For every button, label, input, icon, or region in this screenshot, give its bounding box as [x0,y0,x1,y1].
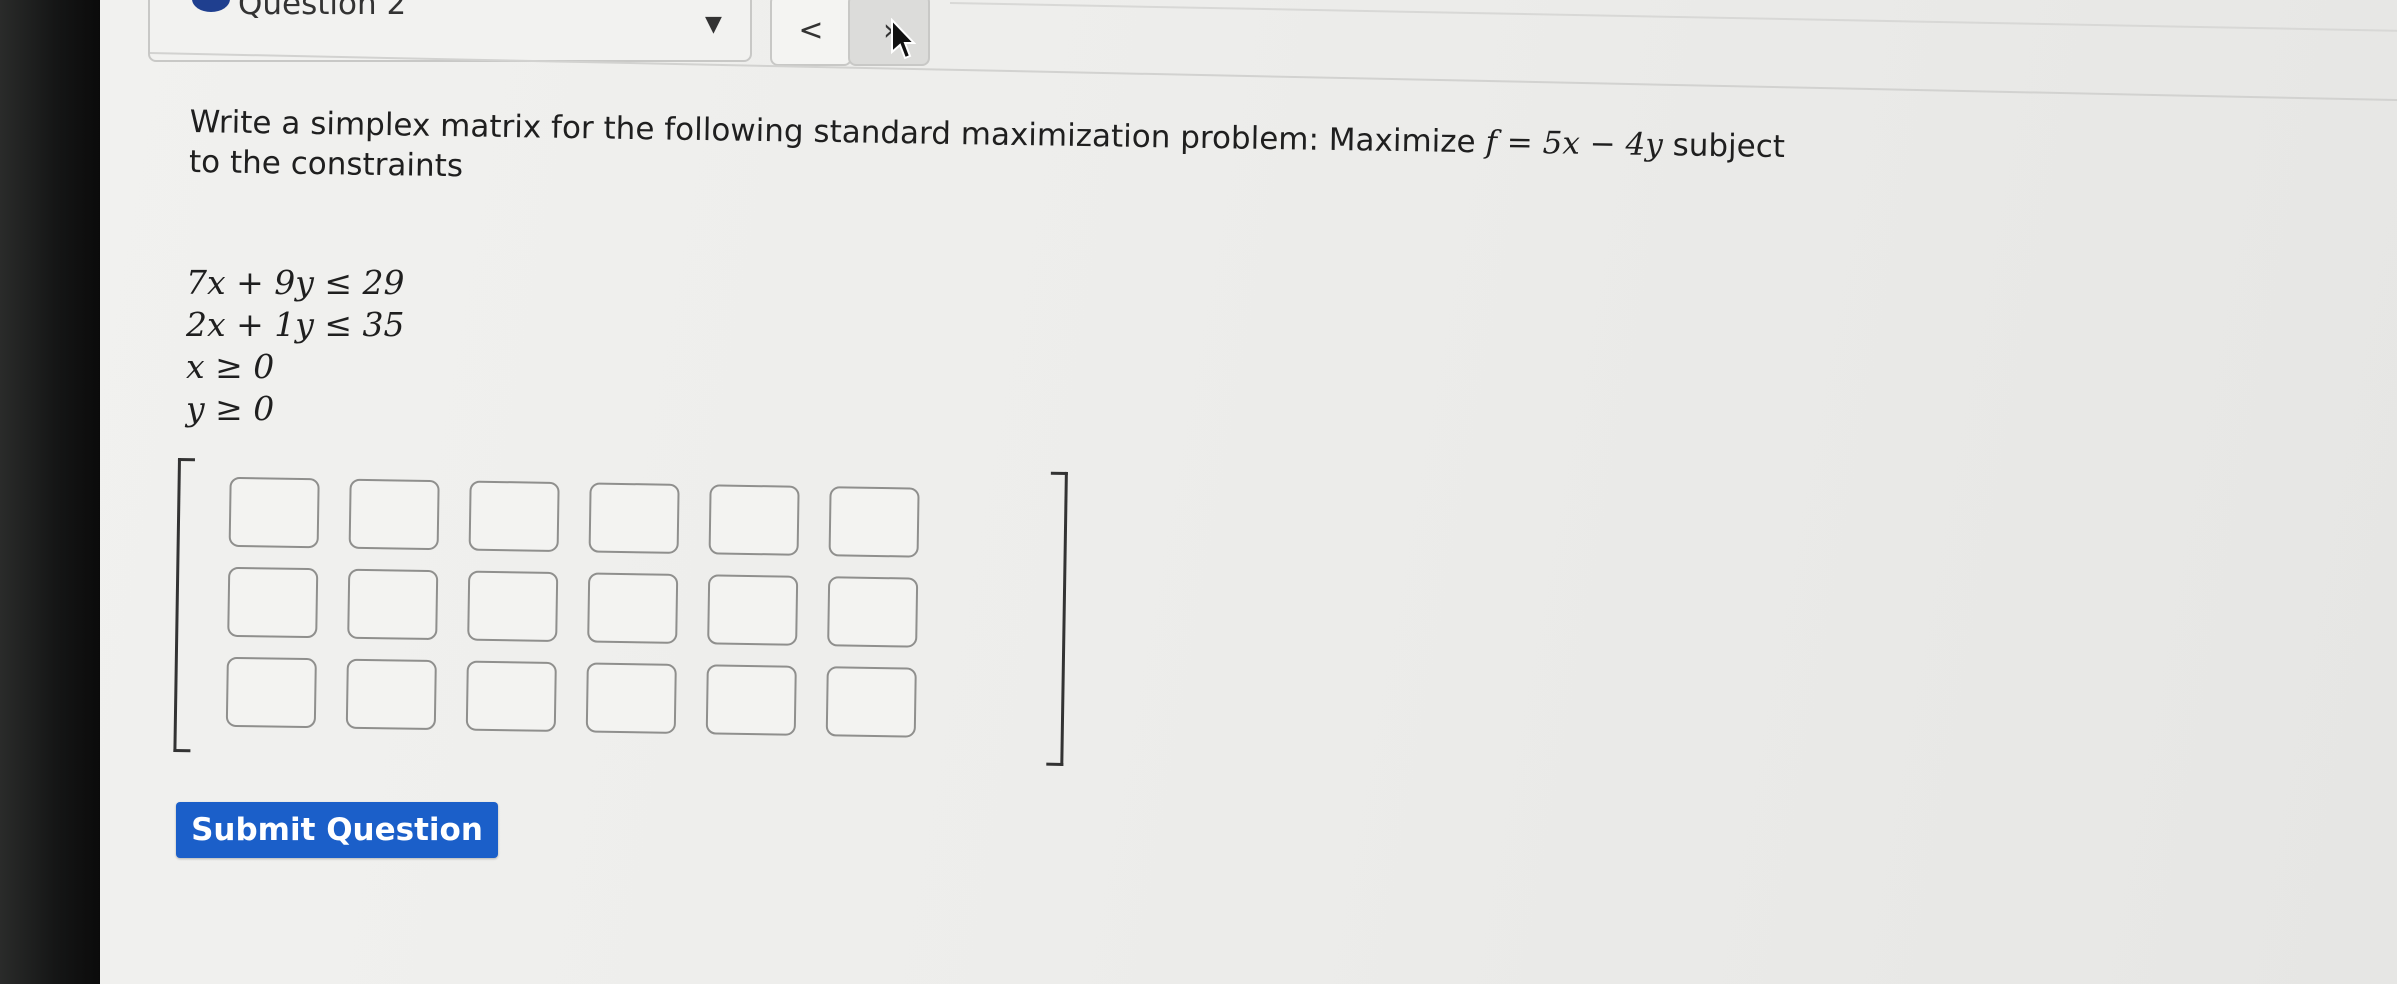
matrix-left-bracket [173,458,195,753]
simplex-matrix [173,458,1068,772]
matrix-cell-r3-c4[interactable] [585,662,677,734]
question-label: Question 2 [238,0,407,22]
matrix-cell-r1-c2[interactable] [348,478,440,551]
matrix-cell-r2-c4[interactable] [587,572,679,644]
matrix-cell-r1-c1[interactable] [228,476,320,549]
matrix-cell-r2-c5[interactable] [707,574,799,646]
matrix-cell-r3-c5[interactable] [705,664,797,736]
question-screen: Question 2 ▼ < › Write a simplex matrix … [100,0,2397,984]
caret-down-icon[interactable]: ▼ [705,12,722,37]
top-divider [949,2,2397,33]
matrix-cell-r2-c1[interactable] [227,566,319,639]
objective-function: f = 5x − 4y [1485,124,1664,164]
constraint-list: 7x + 9y ≤ 29 2x + 1y ≤ 35 x ≥ 0 y ≥ 0 [186,262,405,430]
matrix-cell-r3-c3[interactable] [465,660,557,732]
constraint-2: 2x + 1y ≤ 35 [186,305,405,344]
matrix-cell-r3-c6[interactable] [825,666,917,738]
matrix-cell-r2-c2[interactable] [347,568,439,641]
matrix-cell-r3-c1[interactable] [225,656,317,729]
matrix-cell-r1-c5[interactable] [708,484,800,556]
matrix-cell-r1-c3[interactable] [468,480,560,552]
prompt-line-2: to the constraints [188,143,464,185]
header-divider [149,52,2397,103]
matrix-cell-r1-c4[interactable] [588,482,680,554]
question-prompt: Write a simplex matrix for the following… [189,102,1890,209]
matrix-cell-r2-c6[interactable] [827,576,919,648]
matrix-cell-r3-c2[interactable] [345,658,437,731]
chevron-left-icon: < [798,12,824,48]
matrix-cells [225,476,920,738]
constraint-4: y ≥ 0 [186,389,275,428]
constraint-1: 7x + 9y ≤ 29 [186,263,405,302]
prompt-subject: subject [1662,127,1786,166]
next-question-button[interactable]: › [848,0,930,66]
previous-question-button[interactable]: < [770,0,852,66]
submit-question-button[interactable]: Submit Question [176,802,498,858]
mouse-pointer-icon [891,18,916,60]
constraint-3: x ≥ 0 [186,347,275,386]
matrix-right-bracket [1046,471,1068,766]
matrix-cell-r1-c6[interactable] [828,486,920,558]
matrix-cell-r2-c3[interactable] [467,570,559,642]
device-bezel [0,0,100,984]
